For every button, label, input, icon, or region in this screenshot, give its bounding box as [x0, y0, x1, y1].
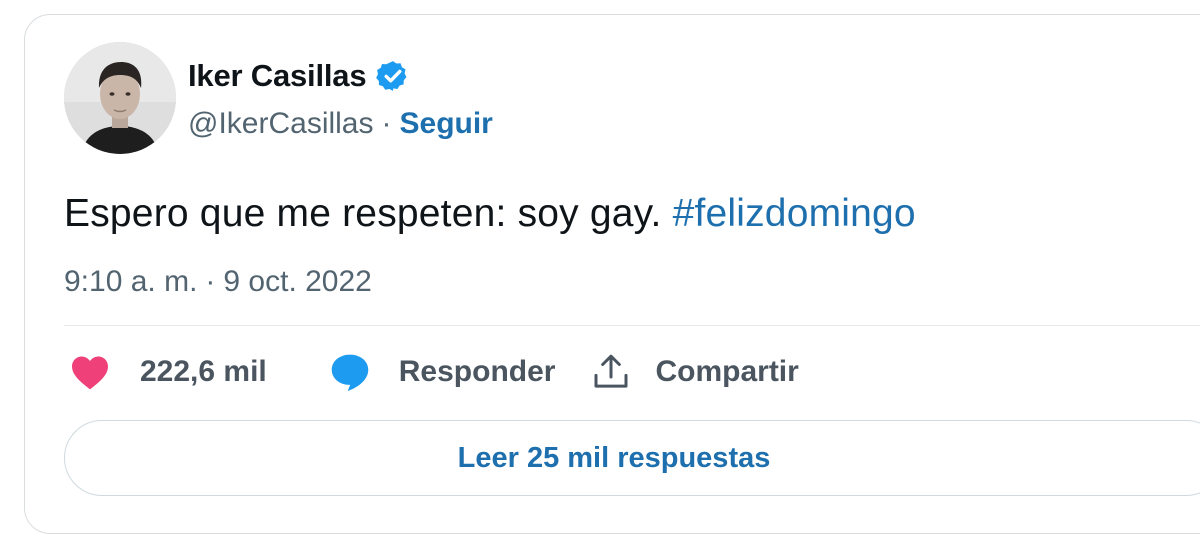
- tweet-date: 9 oct. 2022: [223, 265, 372, 298]
- share-button[interactable]: Compartir: [591, 352, 799, 392]
- action-bar: 222,6 mil Responder Compartir: [70, 352, 799, 392]
- share-icon: [594, 354, 628, 388]
- author-row: Iker Casillas: [188, 58, 410, 94]
- tweet-body: Espero que me respeten: soy gay.: [64, 192, 662, 235]
- share-label: Compartir: [655, 355, 799, 388]
- tweet-text: Espero que me respeten: soy gay. #felizd…: [64, 192, 916, 236]
- read-replies-button[interactable]: Leer 25 mil respuestas: [64, 420, 1200, 496]
- like-button[interactable]: 222,6 mil: [70, 354, 267, 390]
- heart-icon: [72, 356, 108, 390]
- divider: [64, 325, 1200, 326]
- handle-row: @IkerCasillas · Seguir: [188, 107, 493, 141]
- author-name[interactable]: Iker Casillas: [188, 58, 367, 94]
- like-count: 222,6 mil: [140, 355, 267, 388]
- verified-badge-icon: [376, 61, 407, 91]
- separator-dot: ·: [381, 107, 392, 140]
- author-handle[interactable]: @IkerCasillas: [188, 107, 374, 141]
- tweet-time: 9:10 a. m.: [64, 265, 198, 298]
- reply-label: Responder: [398, 355, 556, 388]
- avatar-photo: [64, 42, 176, 154]
- read-replies-label: Leer 25 mil respuestas: [457, 441, 771, 474]
- hashtag-link[interactable]: #felizdomingo: [673, 192, 916, 235]
- separator-dot: ·: [205, 265, 216, 298]
- speech-bubble-icon: [331, 354, 369, 391]
- reply-button[interactable]: Responder: [329, 352, 556, 392]
- avatar[interactable]: [64, 42, 176, 154]
- tweet-timestamp[interactable]: 9:10 a. m. · 9 oct. 2022: [64, 265, 372, 299]
- follow-button[interactable]: Seguir: [400, 107, 493, 141]
